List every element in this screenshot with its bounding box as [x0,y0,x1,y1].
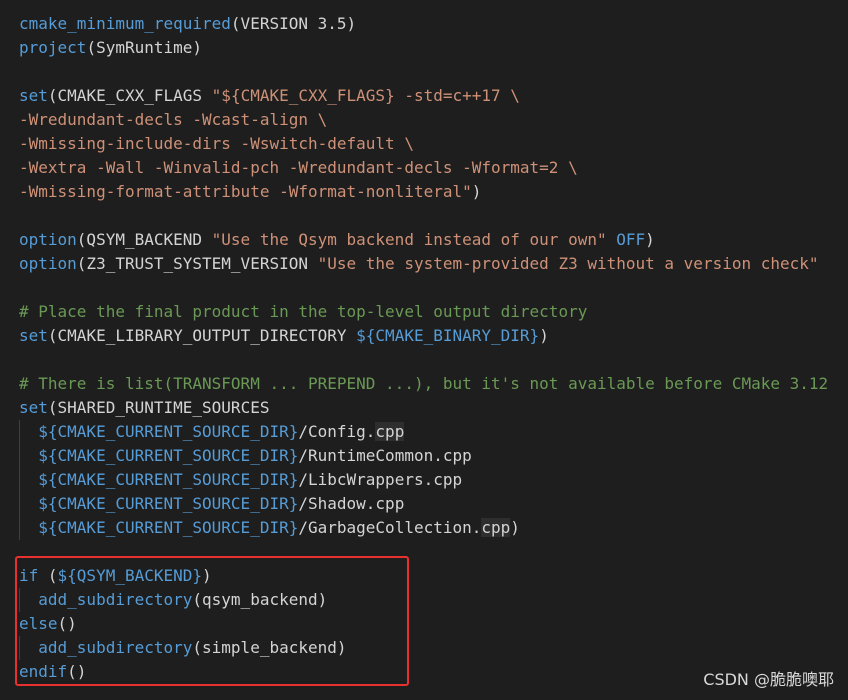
code-token: (CMAKE_CXX_FLAGS [47,86,212,105]
code-token: ${CMAKE_CURRENT_SOURCE_DIR} [38,470,299,489]
code-token: cpp [375,422,405,441]
watermark: CSDN @脆脆噢耶 [703,670,834,689]
code-token: set [19,326,48,345]
code-line: ${CMAKE_CURRENT_SOURCE_DIR}/Config.cpp [19,420,405,444]
code-token: ) [471,182,482,201]
code-line: ${CMAKE_CURRENT_SOURCE_DIR}/GarbageColle… [19,516,520,540]
code-line: set(CMAKE_CXX_FLAGS "${CMAKE_CXX_FLAGS} … [19,84,520,108]
indent-guide [19,420,20,540]
code-token: /Shadow.cpp [298,494,405,513]
code-line: option(QSYM_BACKEND "Use the Qsym backen… [19,228,655,252]
code-line: ${CMAKE_CURRENT_SOURCE_DIR}/LibcWrappers… [19,468,462,492]
code-token: -Wredundant-decls -Wcast-align \ [19,110,328,129]
code-line: -Wmissing-format-attribute -Wformat-nonl… [19,180,481,204]
code-token: (CMAKE_LIBRARY_OUTPUT_DIRECTORY [47,326,357,345]
code-token: ${CMAKE_CURRENT_SOURCE_DIR} [38,494,299,513]
code-token: (Z3_TRUST_SYSTEM_VERSION [76,254,318,273]
code-line: project(SymRuntime) [19,36,202,60]
code-line: set(SHARED_RUNTIME_SOURCES [19,396,269,420]
code-token: (SymRuntime) [86,38,203,57]
code-token: "Use the system-provided Z3 without a ve… [317,254,819,273]
code-line: set(CMAKE_LIBRARY_OUTPUT_DIRECTORY ${CMA… [19,324,549,348]
code-token: (QSYM_BACKEND [76,230,212,249]
code-token: set [19,398,48,417]
code-token: ${CMAKE_CURRENT_SOURCE_DIR} [38,446,299,465]
code-line: option(Z3_TRUST_SYSTEM_VERSION "Use the … [19,252,819,276]
code-token: project [19,38,87,57]
code-token: # There is list(TRANSFORM ... PREPEND ..… [19,374,829,393]
code-line: -Wextra -Wall -Winvalid-pch -Wredundant-… [19,156,578,180]
code-token: /LibcWrappers.cpp [298,470,463,489]
code-token: set [19,86,48,105]
code-token: ) [539,326,549,345]
code-line: # There is list(TRANSFORM ... PREPEND ..… [19,372,828,396]
code-line: -Wmissing-include-dirs -Wswitch-default … [19,132,414,156]
code-token: /Config. [298,422,376,441]
code-token: (VERSION 3.5) [230,14,357,33]
code-token: option [19,254,77,273]
code-token: ) [645,230,655,249]
code-token: -Wmissing-format-attribute -Wformat-nonl… [19,182,472,201]
code-line: cmake_minimum_required(VERSION 3.5) [19,12,356,36]
highlight-box [15,556,409,686]
code-token: "${CMAKE_CXX_FLAGS} -std=c++17 \ [211,86,520,105]
code-token: ${CMAKE_CURRENT_SOURCE_DIR} [38,422,299,441]
code-token: cpp [481,518,511,537]
code-token: OFF [616,230,646,249]
code-token: -Wextra -Wall -Winvalid-pch -Wredundant-… [19,158,578,177]
code-token: ${CMAKE_BINARY_DIR} [356,326,540,345]
code-line: # Place the final product in the top-lev… [19,300,587,324]
code-token: cmake_minimum_required [19,14,231,33]
code-token: /RuntimeCommon.cpp [298,446,472,465]
code-token: (SHARED_RUNTIME_SOURCES [47,398,270,417]
code-token: ${CMAKE_CURRENT_SOURCE_DIR} [38,518,299,537]
code-line: ${CMAKE_CURRENT_SOURCE_DIR}/Shadow.cpp [19,492,404,516]
code-token: ) [510,518,520,537]
code-token: "Use the Qsym backend instead of our own… [211,230,607,249]
code-token: # Place the final product in the top-lev… [19,302,588,321]
code-line: -Wredundant-decls -Wcast-align \ [19,108,327,132]
code-token: /GarbageCollection. [298,518,482,537]
code-token: option [19,230,77,249]
code-token: -Wmissing-include-dirs -Wswitch-default … [19,134,414,153]
code-line: ${CMAKE_CURRENT_SOURCE_DIR}/RuntimeCommo… [19,444,472,468]
